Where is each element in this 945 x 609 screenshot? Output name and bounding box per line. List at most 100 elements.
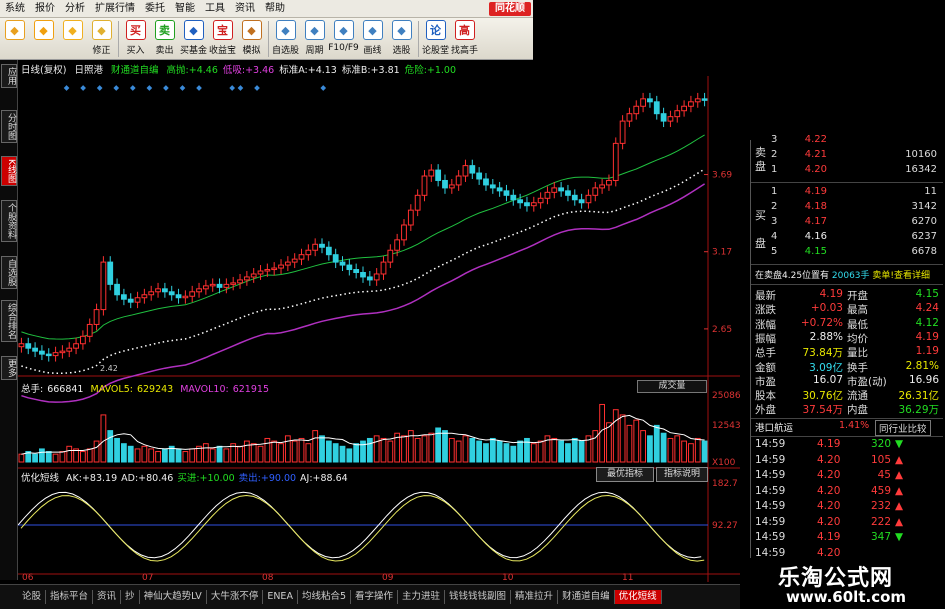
left-tab-1[interactable]: 分时图 xyxy=(1,110,17,143)
bottom-tab-10[interactable]: 钱钱钱钱副图 xyxy=(445,590,512,604)
menu-item-5[interactable]: 智能 xyxy=(170,0,200,18)
toolbar-button-11[interactable]: ◆ F10/F9 xyxy=(328,18,359,60)
left-tab-0[interactable]: 应用 xyxy=(1,64,17,88)
tick-price: 4.19 xyxy=(817,531,841,543)
left-tab-3[interactable]: 个股资料 xyxy=(1,200,17,242)
toolbar-button-14[interactable]: 论论股堂 xyxy=(421,18,450,60)
candle-body xyxy=(421,175,428,196)
volume-bar xyxy=(18,453,25,463)
left-tab-5[interactable]: 综合排名 xyxy=(1,300,17,342)
menu-item-7[interactable]: 资讯 xyxy=(230,0,260,18)
menu-item-0[interactable]: 系统 xyxy=(0,0,30,18)
toolbar-button-7[interactable]: 宝收益宝 xyxy=(208,18,237,60)
bottom-tab-9[interactable]: 主力进驻 xyxy=(398,590,446,604)
bottom-tab-5[interactable]: 大牛涨不停 xyxy=(207,590,264,604)
bottom-tab-6[interactable]: ENEA xyxy=(263,590,298,604)
arrow-up-icon: ▲ xyxy=(895,469,904,481)
bottom-tab-12[interactable]: 财通道自编 xyxy=(558,590,615,604)
sector-row[interactable]: 港口航运 1.41% 同行业比较 xyxy=(751,420,943,436)
left-tab-6[interactable]: 更多 xyxy=(1,356,17,380)
candle-body xyxy=(243,276,250,281)
candle-body xyxy=(216,283,223,288)
candle-body xyxy=(257,270,264,275)
tick-row: 14:59 4.20 105 ▲ xyxy=(751,454,943,469)
candle-body xyxy=(278,264,284,269)
left-tab-2[interactable]: K线图 xyxy=(1,156,17,186)
volume-bar xyxy=(325,440,332,463)
menu-item-2[interactable]: 分析 xyxy=(60,0,90,18)
candle-body xyxy=(483,178,489,186)
candle-body xyxy=(435,169,442,181)
toolbar-button-2[interactable]: ◆ xyxy=(58,18,87,60)
candle-body xyxy=(271,267,278,271)
volume-indicator-select[interactable]: 成交量 xyxy=(637,380,707,393)
divider xyxy=(751,264,943,265)
candle-body xyxy=(428,169,435,177)
grid-icon: ◆ xyxy=(4,20,25,40)
quote-row: 金额 3.09亿 换手 2.81% xyxy=(751,360,943,375)
period-label[interactable]: 日线(复权) xyxy=(21,65,66,76)
left-tab-4[interactable]: 自选股 xyxy=(1,256,17,289)
tick-row: 14:59 4.20 222 ▲ xyxy=(751,516,943,531)
bid-row[interactable]: 3 4.17 6270 xyxy=(751,216,943,231)
menu-item-6[interactable]: 工具 xyxy=(200,0,230,18)
bottom-tab-13[interactable]: 优化短线 xyxy=(614,590,662,604)
best-indicator-button[interactable]: 最优指标 xyxy=(596,467,654,482)
bottom-tab-2[interactable]: 资讯 xyxy=(93,590,122,604)
volume-tick-label: 25086 xyxy=(712,391,740,401)
toolbar-button-9[interactable]: ◆ 自选股 xyxy=(271,18,300,60)
toolbar-button-8[interactable]: ◆ 模拟 xyxy=(237,18,266,60)
tick-volume: 459 xyxy=(870,484,891,497)
candle-body xyxy=(442,179,448,189)
level-volume: 10160 xyxy=(905,149,937,160)
toolbar-label: F10/F9 xyxy=(328,43,359,53)
bid-row[interactable]: 1 4.19 11 xyxy=(751,186,943,201)
quote-row: 最新 4.19 开盘 4.15 xyxy=(751,288,943,303)
bottom-tab-11[interactable]: 精准拉升 xyxy=(511,590,559,604)
toolbar-button-5[interactable]: 卖卖出 xyxy=(150,18,179,60)
quote-value: 3.09亿 xyxy=(809,361,843,374)
menu-item-3[interactable]: 扩展行情 xyxy=(90,0,140,18)
indicator-help-button[interactable]: 指标说明 xyxy=(656,467,708,482)
toolbar-button-15[interactable]: 高找高手 xyxy=(450,18,479,60)
order-alert-line[interactable]: 在卖盘4.25位置有 20063手 卖单!查看详细 xyxy=(755,268,943,281)
menu-item-4[interactable]: 委托 xyxy=(140,0,170,18)
toolbar-button-12[interactable]: ◆ 画线 xyxy=(358,18,387,60)
bid-row[interactable]: 2 4.18 3142 xyxy=(751,201,943,216)
ask-row[interactable]: 1 4.20 16342 xyxy=(751,164,943,179)
menu-item-1[interactable]: 报价 xyxy=(30,0,60,18)
bottom-tab-0[interactable]: 论股 xyxy=(18,590,47,604)
divider xyxy=(751,436,943,437)
toolbar-button-6[interactable]: ◆ 买基金 xyxy=(179,18,208,60)
toolbar-button-10[interactable]: ◆ 周期 xyxy=(300,18,329,60)
candle-body xyxy=(401,224,407,241)
volume-bar xyxy=(448,437,455,463)
toolbar-button-1[interactable]: ◆ xyxy=(29,18,58,60)
ask-row[interactable]: 2 4.21 10160 xyxy=(751,149,943,164)
toolbar-button-3[interactable]: ◆ 修正 xyxy=(87,18,116,60)
quote-label: 均价 xyxy=(847,332,868,345)
bottom-tab-4[interactable]: 神仙大趋势LV xyxy=(140,590,207,604)
toolbar-button-13[interactable]: ◆ 选股 xyxy=(387,18,416,60)
bottom-tab-8[interactable]: 看字操作 xyxy=(351,590,399,604)
toolbar-button-4[interactable]: 买买入 xyxy=(121,18,150,60)
kline-chart[interactable]: 3.69 3.17 2.65 2.42 25086 12543 X100 182.7 92.27… xyxy=(18,76,740,582)
menu-item-8[interactable]: 帮助 xyxy=(260,0,290,18)
toolbar-button-0[interactable]: ◆ xyxy=(0,18,29,60)
tick-volume: 232 xyxy=(870,500,891,512)
indicator-name[interactable]: 财通道自编 xyxy=(111,65,159,76)
bottom-tab-1[interactable]: 指标平台 xyxy=(46,590,94,604)
bottom-tab-3[interactable]: 抄 xyxy=(121,590,140,604)
left-view-tabs: 应用分时图 K线图个股资料自选股综合排名更多 xyxy=(0,60,18,580)
candle-body xyxy=(667,116,674,122)
alert-link[interactable]: 卖单!查看详细 xyxy=(872,271,930,281)
ask-row[interactable]: 3 4.22 xyxy=(751,134,943,149)
bid-row[interactable]: 4 4.16 6237 xyxy=(751,231,943,246)
volume-bar xyxy=(701,440,708,463)
bottom-tab-7[interactable]: 均线粘合5 xyxy=(298,590,351,604)
bid-row[interactable]: 5 4.15 6678 xyxy=(751,246,943,261)
industry-compare-button[interactable]: 同行业比较 xyxy=(875,420,931,436)
volume-bar xyxy=(414,437,421,463)
quote-label: 最低 xyxy=(847,318,868,331)
discuss-icon: 论 xyxy=(425,20,446,40)
